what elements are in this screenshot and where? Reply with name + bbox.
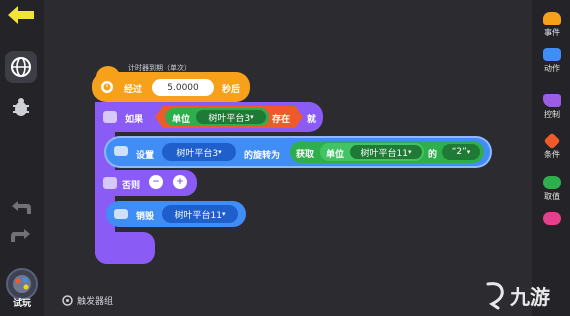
category-condition[interactable]: 条件: [534, 132, 570, 160]
category-event[interactable]: 事件: [534, 12, 570, 38]
globe-button[interactable]: [5, 51, 37, 83]
action-block-icon: [114, 209, 128, 219]
get-label: 获取: [296, 150, 315, 160]
undo-icon[interactable]: [10, 200, 32, 216]
unit-label: 单位: [172, 115, 191, 125]
alarm-clock-icon: [101, 81, 113, 93]
svg-text:九游: 九游: [509, 285, 550, 309]
trigger-group-tab[interactable]: 触发器组: [62, 293, 113, 307]
trigger-group-label: 触发器组: [77, 296, 114, 307]
if-label: 如果: [125, 115, 144, 125]
close-x-icon: [543, 212, 561, 225]
unit-dropdown[interactable]: 树叶平台3: [196, 110, 266, 124]
then-label: 就: [307, 115, 317, 125]
category-operator[interactable]: [534, 212, 570, 227]
set-target-dropdown[interactable]: 树叶平台3: [162, 143, 236, 161]
else-minus-button[interactable]: −: [149, 175, 163, 189]
action-block-icon: [114, 146, 128, 156]
destroy-label: 销毁: [136, 212, 155, 222]
back-arrow-icon[interactable]: [6, 4, 36, 26]
trigger-group-icon: [62, 294, 73, 306]
redo-icon[interactable]: [10, 228, 32, 244]
palette-icon: [13, 275, 31, 293]
value-icon: [543, 176, 561, 189]
timer-prefix: 经过: [124, 85, 143, 95]
rotation-label: 的旋转为: [244, 151, 281, 161]
if-block-footer: [95, 232, 155, 264]
else-icon: [103, 177, 117, 189]
get-unit-label: 单位: [326, 150, 345, 160]
control-icon: [543, 94, 561, 107]
watermark-logo: 九游: [482, 280, 568, 312]
get-unit-dropdown[interactable]: 树叶平台11: [350, 145, 422, 159]
destroy-target-dropdown[interactable]: 树叶平台11: [162, 205, 238, 223]
action-icon: [543, 48, 561, 61]
of-label: 的: [428, 150, 438, 160]
bug-icon[interactable]: [9, 95, 33, 119]
category-action[interactable]: 动作: [534, 48, 570, 74]
set-label: 设置: [136, 151, 155, 161]
timer-seconds-input[interactable]: 5.0000: [152, 79, 214, 96]
category-control[interactable]: 控制: [534, 94, 570, 120]
play-test-label: 试玩: [12, 299, 31, 309]
else-plus-button[interactable]: +: [173, 175, 187, 189]
index-dropdown[interactable]: “2”: [442, 144, 480, 160]
globe-icon: [11, 57, 31, 77]
event-icon: [543, 12, 561, 25]
condition-icon: [543, 132, 561, 150]
else-label: 否则: [122, 181, 141, 191]
timer-suffix: 秒后: [222, 85, 241, 95]
category-value[interactable]: 取值: [534, 176, 570, 202]
if-icon: [103, 111, 117, 123]
exists-label: 存在: [272, 115, 291, 125]
